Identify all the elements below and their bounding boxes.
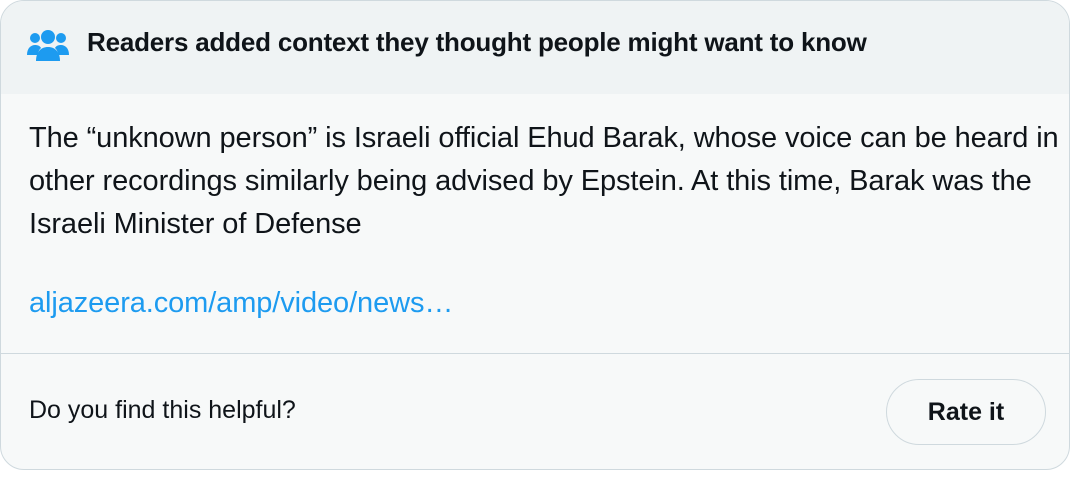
note-header-title: Readers added context they thought peopl… [87,27,867,57]
footer-divider [1,353,1069,354]
rate-it-button[interactable]: Rate it [886,379,1046,445]
helpful-question: Do you find this helpful? [29,396,296,424]
people-group-icon [27,29,69,63]
note-header: Readers added context they thought peopl… [1,1,1069,94]
note-body-text: The “unknown person” is Israeli official… [29,122,1059,240]
community-note-card: Readers added context they thought peopl… [0,0,1070,470]
source-link[interactable]: aljazeera.com/amp/video/news… [29,287,453,320]
